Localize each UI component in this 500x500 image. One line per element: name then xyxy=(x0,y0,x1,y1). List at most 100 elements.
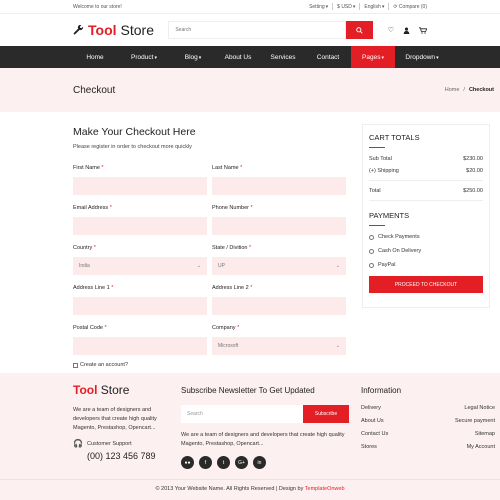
phone-input[interactable] xyxy=(212,217,346,235)
state-label: State / Divition * xyxy=(212,245,252,251)
proceed-to-checkout-button[interactable]: PROCEED TO CHECKOUT xyxy=(369,276,483,293)
newsletter-form: Search Subscribe xyxy=(181,405,349,423)
subtotal-value: $230.00 xyxy=(463,156,483,162)
search-button[interactable] xyxy=(346,21,374,39)
company-field: Company * Microsoft ⌄ xyxy=(212,325,346,355)
create-account-option[interactable]: Create an account? xyxy=(73,362,345,368)
nav-blog[interactable]: Blog xyxy=(171,46,215,68)
last-name-input[interactable] xyxy=(212,177,346,195)
chevron-down-icon: ⌄ xyxy=(335,343,340,349)
address2-input[interactable] xyxy=(212,297,346,315)
header: Tool Store ♡ xyxy=(0,14,500,46)
user-icon[interactable] xyxy=(403,27,410,34)
nav-product[interactable]: Product xyxy=(118,46,170,68)
information-heading: Information xyxy=(361,386,402,395)
subtotal-label: Sub Total xyxy=(369,156,392,162)
header-icons: ♡ xyxy=(388,26,427,34)
chevron-down-icon: ⌄ xyxy=(196,263,201,269)
top-bar-right: Setting $ USD English ⟳ Compare (0) xyxy=(309,3,427,10)
social-links: ●● f t G+ in xyxy=(181,456,361,469)
nav-label: Home xyxy=(86,53,104,61)
radio-button[interactable] xyxy=(369,262,374,268)
footer-newsletter: Subscribe Newsletter To Get Updated Sear… xyxy=(181,383,361,469)
footer-logo-store: Store xyxy=(100,383,130,397)
footer-logo[interactable]: Tool Store xyxy=(73,383,181,397)
copyright-text: © 2013 Your Website Name. All Rights Res… xyxy=(155,486,304,492)
footer-link-account[interactable]: My Account xyxy=(428,444,495,450)
last-name-field: Last Name * xyxy=(212,165,346,195)
compare-icon: ⟳ xyxy=(393,3,398,10)
page-title: Checkout xyxy=(73,84,116,96)
support-label: Customer Support xyxy=(86,440,132,447)
facebook-icon[interactable]: f xyxy=(199,456,212,469)
footer-link-secure[interactable]: Secure payment xyxy=(428,418,495,424)
radio-button[interactable] xyxy=(369,234,374,240)
total-row: Total $250.00 xyxy=(369,188,483,194)
nav-contact[interactable]: Contact xyxy=(306,46,350,68)
cart-icon[interactable] xyxy=(418,26,427,34)
nav-label: Blog xyxy=(185,54,202,61)
search-input[interactable] xyxy=(168,21,347,39)
country-select[interactable]: India ⌄ xyxy=(73,257,207,275)
payment-check[interactable]: Check Payments xyxy=(369,234,483,240)
nav-pages[interactable]: Pages xyxy=(351,46,395,68)
heading-underline xyxy=(369,225,385,226)
payment-paypal[interactable]: PayPal xyxy=(369,262,483,268)
compare-link[interactable]: ⟳ Compare (0) xyxy=(393,4,427,10)
footer-link-contact[interactable]: Contact Us xyxy=(361,431,428,437)
support-phone: (00) 123 456 789 xyxy=(87,451,156,461)
logo-store: Store xyxy=(120,22,154,38)
country-label: Country * xyxy=(73,245,96,251)
footer-link-delivery[interactable]: Delivery xyxy=(361,405,428,411)
breadcrumb-home[interactable]: Home xyxy=(445,87,460,93)
address1-input[interactable] xyxy=(73,297,207,315)
first-name-input[interactable] xyxy=(73,177,207,195)
phone-label: Phone Number * xyxy=(212,205,253,211)
setting-dropdown[interactable]: Setting xyxy=(309,4,328,10)
nav-services[interactable]: Services xyxy=(261,46,305,68)
language-dropdown[interactable]: English xyxy=(364,4,384,10)
nav-dropdown[interactable]: Dropdown xyxy=(396,46,448,68)
email-label: Email Address * xyxy=(73,205,112,211)
nav-home[interactable]: Home xyxy=(73,46,117,68)
nav-about-us[interactable]: About Us xyxy=(216,46,260,68)
company-select[interactable]: Microsoft ⌄ xyxy=(212,337,346,355)
newsletter-input[interactable]: Search xyxy=(181,405,303,423)
footer-logo-tool: Tool xyxy=(73,383,98,397)
nav-label: Pages xyxy=(362,54,384,61)
address1-field: Address Line 1 * xyxy=(73,285,207,315)
payment-cod[interactable]: Cash On Delivery xyxy=(369,248,483,254)
footer-link-sitemap[interactable]: Sitemap xyxy=(428,431,495,437)
linkedin-icon[interactable]: in xyxy=(253,456,266,469)
country-field: Country * India ⌄ xyxy=(73,245,207,275)
first-name-field: First Name * xyxy=(73,165,207,195)
google-plus-icon[interactable]: G+ xyxy=(235,456,248,469)
form-subheading: Please register in order to checkout mor… xyxy=(73,144,192,150)
twitter-icon[interactable]: t xyxy=(217,456,230,469)
email-input[interactable] xyxy=(73,217,207,235)
create-account-checkbox[interactable] xyxy=(73,362,78,368)
company-value: Microsoft xyxy=(218,343,239,349)
total-value: $250.00 xyxy=(463,188,483,194)
breadcrumb: Home / Checkout xyxy=(445,87,494,93)
phone-field: Phone Number * xyxy=(212,205,346,235)
footer-link-about[interactable]: About Us xyxy=(361,418,428,424)
state-select[interactable]: UP ⌄ xyxy=(212,257,346,275)
footer-link-legal[interactable]: Legal Notice xyxy=(428,405,495,411)
postal-input[interactable] xyxy=(73,337,207,355)
footer-link-stores[interactable]: Stores xyxy=(361,444,428,450)
radio-button[interactable] xyxy=(369,248,374,254)
copyright-brand-link[interactable]: TemplateOnweb xyxy=(305,486,345,492)
flickr-icon[interactable]: ●● xyxy=(181,456,194,469)
search-bar xyxy=(168,21,374,39)
heart-icon[interactable]: ♡ xyxy=(388,26,394,34)
email-field: Email Address * xyxy=(73,205,207,235)
logo[interactable]: Tool Store xyxy=(73,22,154,38)
footer-about: Tool Store We are a team of designers an… xyxy=(73,383,181,469)
currency-dropdown[interactable]: $ USD xyxy=(337,4,355,10)
state-field: State / Divition * UP ⌄ xyxy=(212,245,346,275)
top-bar: Welcome to our store! Setting $ USD Engl… xyxy=(0,0,500,14)
checkout-main: Make Your Checkout Here Please register … xyxy=(0,112,500,374)
subscribe-button[interactable]: Subscribe xyxy=(303,405,349,423)
postal-field: Postal Code * xyxy=(73,325,207,355)
